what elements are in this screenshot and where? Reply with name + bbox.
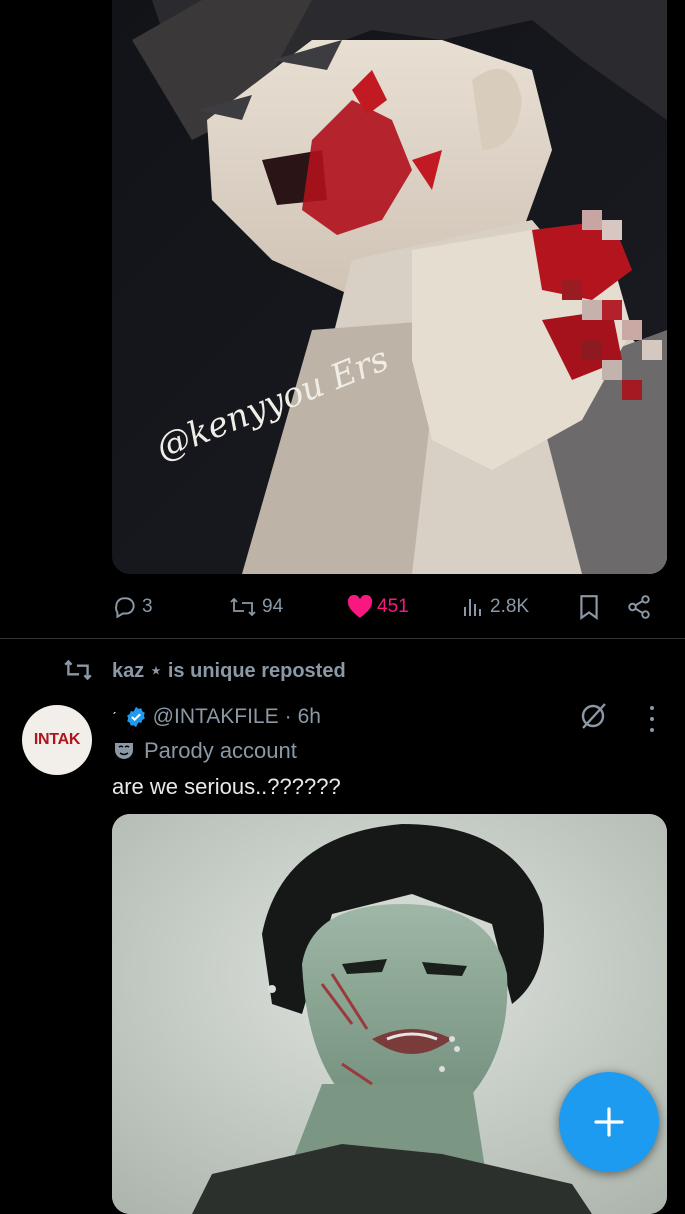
like-button[interactable]: 451 [347,585,409,629]
parody-text: Parody account [144,738,297,763]
views-chart-icon [464,599,481,616]
theater-mask-icon [115,743,133,759]
timestamp[interactable]: 6h [298,705,321,729]
bookmark-icon [580,595,598,620]
repost-label: kaz ⋆ is unique reposted [112,659,346,682]
share-button[interactable] [626,585,652,629]
parody-label: Parody account [112,736,297,766]
repost-indicator[interactable]: kaz ⋆ is unique reposted [62,654,346,686]
repost-count: 94 [262,596,284,617]
verified-badge-icon [126,706,145,728]
like-count: 451 [377,596,409,617]
repost-icon [64,659,92,681]
separator-dot: · [284,705,292,728]
artwork-illustration: @kenyyou Ers [112,0,667,574]
reply-button[interactable]: 3 [112,585,153,629]
share-icon [628,595,650,619]
post-divider [0,638,685,639]
reply-count: 3 [142,596,153,617]
more-dot [650,706,654,710]
repost-icon [230,597,256,617]
post-text: are we serious..?????? [112,774,341,799]
display-name[interactable]: ˊ [112,709,117,725]
repost-button[interactable]: 94 [228,585,283,629]
more-options-button[interactable] [642,706,662,732]
post-header: ˊ @INTAKFILE · 6h [112,702,321,732]
post-image-artwork[interactable]: @kenyyou Ers [112,0,667,574]
bookmark-button[interactable] [578,585,600,629]
heart-filled-icon [347,595,373,618]
avatar[interactable]: INTAK [22,705,92,775]
grok-icon[interactable] [577,700,609,732]
views-count: 2.8K [490,596,530,617]
handle[interactable]: @INTAKFILE [153,705,279,729]
avatar-text: INTAK [33,731,81,748]
post-action-bar: 3 94 451 2.8K [0,585,685,629]
more-dot [650,728,654,732]
more-dot [650,717,654,721]
views-button[interactable]: 2.8K [462,585,529,629]
reply-icon [115,597,135,619]
plus-icon [594,1107,624,1137]
compose-button[interactable] [559,1072,659,1172]
